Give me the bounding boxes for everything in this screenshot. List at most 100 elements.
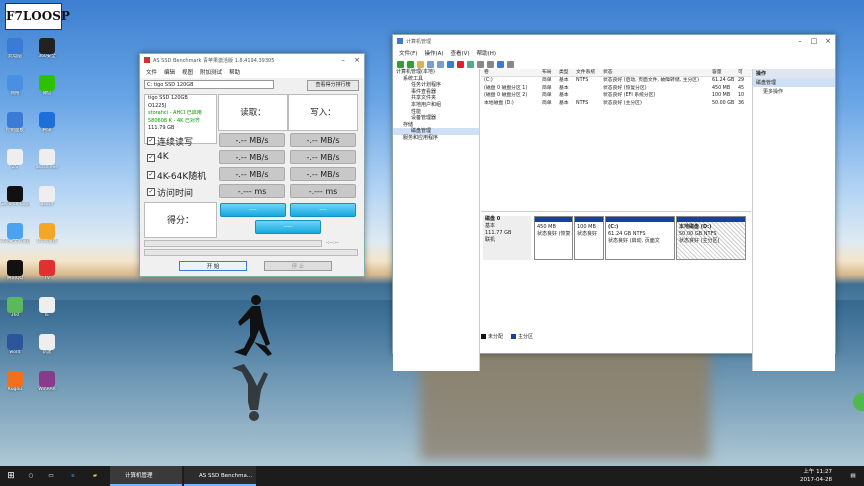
delete-icon[interactable] <box>457 61 464 68</box>
table-row[interactable]: (磁盘 0 磁盘分区 2) 简单 基本 状态良好 (EFI 系统分区) 100 … <box>481 92 751 100</box>
menu-help[interactable]: 帮助(H) <box>477 49 496 57</box>
checkbox-access[interactable]: ✓ <box>147 188 155 196</box>
taskbar-item-compmgmt[interactable]: 计算机管理 <box>110 466 182 486</box>
desktop-icon[interactable]: WinRAR <box>32 371 62 393</box>
tree-event-viewer[interactable]: 事件查看器 <box>393 89 479 96</box>
refresh-icon[interactable] <box>497 61 504 68</box>
desktop-icon[interactable]: UC浏览器 <box>32 223 62 245</box>
partition-d[interactable]: 本地磁盘 (D:) 50.00 GB NTFS 状态良好 (主分区) <box>676 216 746 260</box>
col-capacity[interactable]: 容量 <box>712 69 738 76</box>
disk-icon[interactable] <box>477 61 484 68</box>
checkbox-4k[interactable]: ✓ <box>147 154 155 162</box>
col-status[interactable]: 状态 <box>603 69 712 76</box>
col-layout[interactable]: 布局 <box>542 69 559 76</box>
asssd-titlebar[interactable]: AS SSD Benchmark 青苹果激活版 1.8.4194.39305 –… <box>140 54 364 66</box>
checkbox-4k64[interactable]: ✓ <box>147 171 155 179</box>
desktop-icon[interactable]: 新建 <box>32 334 62 356</box>
desktop-icon[interactable]: 微信 <box>32 75 62 97</box>
start-icon[interactable]: ⊞ <box>0 466 22 486</box>
col-type[interactable]: 类型 <box>559 69 576 76</box>
tree-device-manager[interactable]: 设备管理器 <box>393 115 479 122</box>
list-icon[interactable] <box>487 61 494 68</box>
table-row[interactable]: 本地磁盘 (D:) 简单 基本 NTFS 状态良好 (主分区) 50.00 GB… <box>481 100 751 108</box>
desktop-icon[interactable]: 此电脑 <box>0 38 30 60</box>
asssd-menubar: 文件 编辑 视图 附加测试 帮助 <box>140 66 364 78</box>
tree-disk-management[interactable]: 磁盘管理 <box>393 128 479 135</box>
desktop-icon[interactable]: TV <box>32 260 62 282</box>
edge-icon[interactable]: e <box>64 466 82 486</box>
minimize-icon[interactable]: – <box>793 37 807 45</box>
properties-icon[interactable] <box>437 61 444 68</box>
partition-title: (C:) <box>608 224 619 230</box>
desktop-icon[interactable]: word <box>0 334 30 356</box>
format-icon[interactable] <box>467 61 474 68</box>
menu-edit[interactable]: 编辑 <box>164 68 175 76</box>
col-volume[interactable]: 卷 <box>481 69 542 76</box>
actions-more[interactable]: 更多操作 <box>753 87 835 96</box>
table-row[interactable]: (C:) 简单 基本 NTFS 状态良好 (启动, 页面文件, 故障转储, 主分… <box>481 77 751 85</box>
actions-disk-management[interactable]: 磁盘管理 <box>753 78 835 87</box>
desktop-icon[interactable]: ZS <box>0 149 30 171</box>
app-icon <box>7 112 23 128</box>
desktop-icon[interactable]: asssd.exe <box>32 149 62 171</box>
minimize-icon[interactable]: – <box>336 56 350 64</box>
tree-services[interactable]: 服务和应用程序 <box>393 135 479 142</box>
clock-date: 2017-04-28 <box>800 477 832 483</box>
partition-c[interactable]: (C:) 61.24 GB NTFS 状态良好 (启动, 页面文 <box>605 216 675 260</box>
tree-performance[interactable]: 性能 <box>393 109 479 116</box>
help-icon[interactable] <box>447 61 454 68</box>
desktop-icon[interactable]: GeForce Experience <box>0 186 30 208</box>
view-icon[interactable] <box>507 61 514 68</box>
up-icon[interactable] <box>417 61 424 68</box>
menu-extra-tests[interactable]: 附加测试 <box>200 68 222 76</box>
desktop-icon[interactable]: 360 <box>0 297 30 319</box>
tree-task-scheduler[interactable]: 任务计划程序 <box>393 82 479 89</box>
rank-button[interactable]: 查看得分排行榜 <box>307 80 359 91</box>
menu-view[interactable]: 视图 <box>182 68 193 76</box>
app-icon <box>39 223 55 239</box>
menu-file[interactable]: 文件(F) <box>399 49 417 57</box>
start-button[interactable]: 开 始 <box>179 261 247 271</box>
menu-help[interactable]: 帮助 <box>229 68 240 76</box>
desktop-icon[interactable]: 控制面板 <box>0 112 30 134</box>
notification-icon[interactable]: ▤ <box>844 466 862 486</box>
back-icon[interactable] <box>397 61 404 68</box>
explorer-icon[interactable]: ▰ <box>86 466 104 486</box>
search-icon[interactable]: ○ <box>22 466 40 486</box>
taskbar-item-asssd[interactable]: AS SSD Benchma... <box>184 466 256 486</box>
menu-file[interactable]: 文件 <box>146 68 157 76</box>
partition-recovery[interactable]: 450 MB 状态良好 (恢复 <box>534 216 573 260</box>
desktop-icon-label: word <box>9 350 21 355</box>
maximize-icon[interactable]: □ <box>807 37 821 45</box>
col-free[interactable]: 可 <box>738 69 748 76</box>
disk-label[interactable]: 磁盘 0 基本 111.77 GB 联机 <box>483 216 531 260</box>
tree-root[interactable]: 计算机管理(本地) <box>393 69 479 76</box>
compmgmt-titlebar[interactable]: 计算机管理 – □ × <box>393 35 835 47</box>
tree-local-users[interactable]: 本地用户和组 <box>393 102 479 109</box>
desktop-icon[interactable]: 腾讯QQ <box>0 260 30 282</box>
desktop-icon[interactable]: 360安全浏览器 <box>0 223 30 245</box>
drive-select[interactable]: C: tigo SSD 120GB <box>144 80 274 89</box>
table-row[interactable]: (磁盘 0 磁盘分区 1) 简单 基本 状态良好 (恢复分区) 450 MB 4… <box>481 85 751 93</box>
menu-action[interactable]: 操作(A) <box>424 49 443 57</box>
task-view-icon[interactable]: ▭ <box>42 466 60 486</box>
tree-storage[interactable]: 存储 <box>393 122 479 129</box>
menu-view[interactable]: 查看(V) <box>451 49 470 57</box>
partition-efi[interactable]: 100 MB 状态良好 <box>574 216 604 260</box>
desktop-icon[interactable]: 360安全 <box>32 38 62 60</box>
col-fs[interactable]: 文件系统 <box>576 69 603 76</box>
desktop-icon[interactable]: 腾讯 <box>32 112 62 134</box>
desktop-icon[interactable]: Kugou <box>0 371 30 393</box>
desktop-icon[interactable]: IE <box>32 297 62 319</box>
tree-shared-folders[interactable]: 共享文件夹 <box>393 95 479 102</box>
scroll-handle-icon[interactable] <box>853 393 864 411</box>
close-icon[interactable]: × <box>350 56 364 64</box>
close-icon[interactable]: × <box>821 37 835 45</box>
console-icon[interactable] <box>427 61 434 68</box>
clock[interactable]: 上午 11:27 2017-04-28 <box>800 468 832 484</box>
desktop-icon[interactable]: asssd <box>32 186 62 208</box>
forward-icon[interactable] <box>407 61 414 68</box>
desktop-icon[interactable]: 网络 <box>0 75 30 97</box>
checkbox-seq[interactable]: ✓ <box>147 137 155 145</box>
stop-button[interactable]: 停 止 <box>264 261 332 271</box>
